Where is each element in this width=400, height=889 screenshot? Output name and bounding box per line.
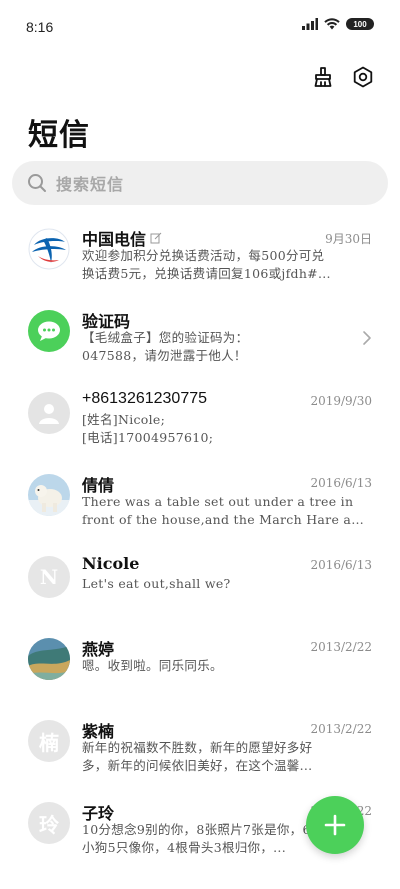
message-row[interactable]: 中国电信 9月30日 欢迎参加积分兑换话费活动，每500分可兑 换话费5元，兑换…: [0, 220, 400, 302]
message-date: 2013/2/22: [310, 640, 372, 654]
signal-icon: [302, 18, 318, 30]
letter-avatar: N: [28, 556, 70, 598]
search-bar[interactable]: 搜索短信: [12, 161, 388, 205]
message-preview: 新年的祝福数不胜数，新年的愿望好多好 多，新年的问候依旧美好，在这个温馨...: [82, 740, 313, 773]
message-preview: 欢迎参加积分兑换话费活动，每500分可兑 换话费5元，兑换话费请回复106或jf…: [82, 248, 331, 281]
message-row[interactable]: 燕婷 2013/2/22 嗯。收到啦。同乐同乐。: [0, 630, 400, 712]
settings-button[interactable]: [350, 64, 376, 90]
letter-avatar: 玲: [28, 802, 70, 844]
message-preview: Let's eat out,shall we?: [82, 576, 231, 591]
status-bar: 8:16 100: [0, 0, 400, 52]
default-person-avatar: [28, 392, 70, 434]
message-sender: +8613261230775: [82, 390, 208, 407]
message-row[interactable]: N Nicole 2016/6/13 Let's eat out,shall w…: [0, 548, 400, 630]
polar-bear-photo-avatar: [28, 474, 70, 516]
message-date: 2013/2/22: [310, 722, 372, 736]
broom-icon: [314, 67, 332, 87]
chat-bubble-icon: [38, 321, 60, 341]
landscape-photo-avatar: [28, 638, 70, 680]
message-date: 2016/6/13: [310, 476, 372, 490]
status-icons: 100: [302, 18, 374, 30]
message-preview: 【毛绒盒子】您的验证码为： 047588，请勿泄露于他人！: [82, 330, 249, 363]
chat-bubble-avatar: [28, 310, 70, 352]
message-row[interactable]: 验证码 【毛绒盒子】您的验证码为： 047588，请勿泄露于他人！: [0, 302, 400, 384]
china-telecom-logo-avatar: [28, 228, 70, 270]
new-message-button[interactable]: [306, 796, 364, 854]
message-preview: There was a table set out under a tree i…: [82, 494, 372, 527]
status-time: 8:16: [26, 19, 54, 35]
message-row[interactable]: 楠 紫楠 2013/2/22 新年的祝福数不胜数，新年的愿望好多好 多，新年的问…: [0, 712, 400, 794]
message-preview: 嗯。收到啦。同乐同乐。: [82, 658, 223, 673]
wifi-icon: [324, 18, 340, 30]
message-preview: [姓名]Nicole; [电话]17004957610;: [82, 412, 214, 445]
message-list: 中国电信 9月30日 欢迎参加积分兑换话费活动，每500分可兑 换话费5元，兑换…: [0, 220, 400, 876]
edit-icon: [150, 232, 162, 244]
message-date: 2016/6/13: [310, 558, 372, 572]
search-input[interactable]: 搜索短信: [56, 171, 124, 195]
person-icon: [39, 404, 59, 424]
clean-button[interactable]: [310, 64, 336, 90]
message-sender: Nicole: [82, 554, 140, 573]
message-date: 2019/9/30: [310, 394, 372, 408]
message-row[interactable]: +8613261230775 2019/9/30 [姓名]Nicole; [电话…: [0, 384, 400, 466]
message-date: 9月30日: [325, 232, 372, 246]
settings-hexagon-icon: [353, 66, 373, 88]
battery-badge: 100: [346, 18, 374, 30]
header-actions: [310, 64, 376, 90]
page-title: 短信: [28, 118, 90, 153]
message-row[interactable]: 倩倩 2016/6/13 There was a table set out u…: [0, 466, 400, 548]
letter-avatar: 楠: [28, 720, 70, 762]
search-icon: [26, 172, 48, 194]
plus-icon: [324, 814, 346, 836]
